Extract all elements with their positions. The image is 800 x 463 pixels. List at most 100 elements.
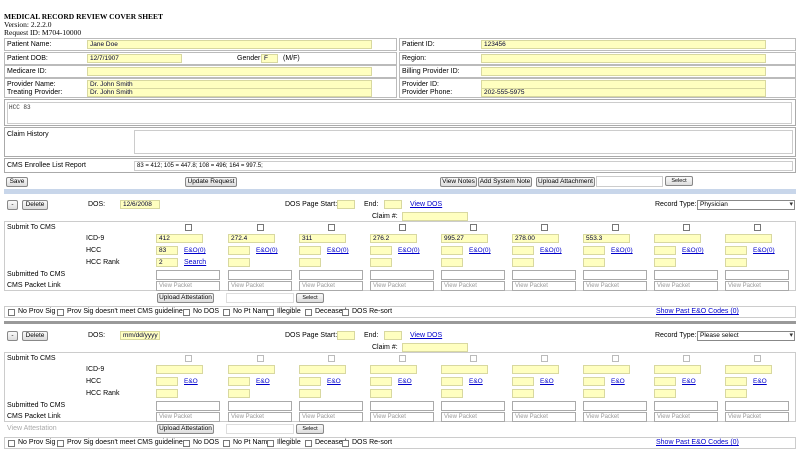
section2-view-packet[interactable]: View Packet	[512, 412, 576, 422]
section2-icd-field[interactable]	[299, 365, 346, 374]
section1-view-packet[interactable]: View Packet	[228, 281, 292, 291]
section1-submit-checkbox[interactable]	[683, 224, 690, 231]
section1-select-attestation-button[interactable]: Select	[296, 293, 324, 303]
attachment-path-field[interactable]	[596, 176, 663, 187]
section1-view-packet[interactable]: View Packet	[583, 281, 647, 291]
section2-submitted-field[interactable]	[512, 401, 576, 411]
section1-hcc-field[interactable]	[512, 246, 534, 255]
section1-hcc-field[interactable]	[583, 246, 605, 255]
save-button[interactable]: Save	[6, 177, 28, 187]
section1-hcc-field[interactable]	[299, 246, 321, 255]
section2-icd-field[interactable]	[512, 365, 559, 374]
treating-provider-field[interactable]: Dr. John Smith	[87, 88, 372, 97]
section1-submitted-field[interactable]	[512, 270, 576, 280]
flag-checkbox[interactable]	[57, 309, 64, 316]
section1-icd-field[interactable]	[725, 234, 772, 243]
section2-view-packet[interactable]: View Packet	[156, 412, 220, 422]
show-past-codes-link-1[interactable]: Show Past E&O Codes (0)	[656, 308, 739, 315]
section1-hcc-field[interactable]	[725, 246, 747, 255]
section1-icd-field[interactable]: 278.00	[512, 234, 559, 243]
flag-checkbox[interactable]	[8, 309, 15, 316]
section1-upload-attestation-button[interactable]: Upload Attestation	[157, 293, 214, 303]
section2-attestation-path[interactable]	[226, 424, 294, 434]
section2-submit-checkbox[interactable]	[541, 355, 548, 362]
section1-attestation-path[interactable]	[226, 293, 294, 303]
section2-eo-link[interactable]: E&O	[540, 378, 554, 385]
section2-view-packet[interactable]: View Packet	[654, 412, 718, 422]
section1-view-packet[interactable]: View Packet	[156, 281, 220, 291]
section1-submit-checkbox[interactable]	[470, 224, 477, 231]
flag-checkbox[interactable]	[183, 309, 190, 316]
section2-icd-field[interactable]	[725, 365, 772, 374]
section2-submitted-field[interactable]	[441, 401, 505, 411]
section1-icd-field[interactable]: 272.4	[228, 234, 275, 243]
hcc-notes-textarea[interactable]: HCC 83	[7, 102, 792, 124]
section2-hcc-field[interactable]	[299, 377, 321, 386]
section2-view-packet[interactable]: View Packet	[583, 412, 647, 422]
section2-eo-link[interactable]: E&O	[256, 378, 270, 385]
section2-submitted-field[interactable]	[654, 401, 718, 411]
flag-checkbox[interactable]	[267, 440, 274, 447]
record-type-select-1[interactable]: Physician	[697, 200, 795, 210]
section2-icd-field[interactable]	[441, 365, 488, 374]
section2-rank-field[interactable]	[512, 389, 534, 398]
section2-submit-checkbox[interactable]	[328, 355, 335, 362]
section1-submitted-field[interactable]	[228, 270, 292, 280]
section1-rank-field[interactable]	[228, 258, 250, 267]
section1-eo-link[interactable]: E&O(0)	[327, 247, 349, 254]
section2-hcc-field[interactable]	[156, 377, 178, 386]
section1-eo-link[interactable]: E&O(0)	[256, 247, 278, 254]
section1-view-packet[interactable]: View Packet	[370, 281, 434, 291]
view-dos-link-2[interactable]: View DOS	[410, 332, 442, 339]
section1-icd-field[interactable]: 995.27	[441, 234, 488, 243]
section2-hcc-field[interactable]	[228, 377, 250, 386]
dos-field-1[interactable]: 12/6/2008	[120, 200, 160, 209]
flag-checkbox[interactable]	[57, 440, 64, 447]
section1-view-packet[interactable]: View Packet	[441, 281, 505, 291]
flag-checkbox[interactable]	[8, 440, 15, 447]
section1-submitted-field[interactable]	[441, 270, 505, 280]
add-system-note-button[interactable]: Add System Note	[478, 177, 532, 187]
section1-rank-field[interactable]: 2	[156, 258, 178, 267]
claim-field-2[interactable]	[402, 343, 468, 352]
section1-view-packet[interactable]: View Packet	[512, 281, 576, 291]
section2-view-packet[interactable]: View Packet	[228, 412, 292, 422]
section2-view-packet[interactable]: View Packet	[299, 412, 363, 422]
section1-icd-field[interactable]: 311	[299, 234, 346, 243]
section2-submitted-field[interactable]	[583, 401, 647, 411]
section2-eo-link[interactable]: E&O	[327, 378, 341, 385]
section1-rank-field[interactable]	[299, 258, 321, 267]
section2-icd-field[interactable]	[370, 365, 417, 374]
section1-icd-field[interactable]	[654, 234, 701, 243]
section2-rank-field[interactable]	[370, 389, 392, 398]
section2-rank-field[interactable]	[228, 389, 250, 398]
section1-rank-field[interactable]	[441, 258, 463, 267]
section1-rank-field[interactable]	[583, 258, 605, 267]
hcc-search-link[interactable]: Search	[184, 259, 206, 266]
section2-submit-checkbox[interactable]	[185, 355, 192, 362]
section2-hcc-field[interactable]	[370, 377, 392, 386]
section2-submit-checkbox[interactable]	[754, 355, 761, 362]
section2-rank-field[interactable]	[441, 389, 463, 398]
section1-icd-field[interactable]: 412	[156, 234, 203, 243]
section1-icd-field[interactable]: 276.2	[370, 234, 417, 243]
gender-field[interactable]: F	[261, 54, 278, 63]
section1-view-packet[interactable]: View Packet	[299, 281, 363, 291]
section1-view-packet[interactable]: View Packet	[654, 281, 718, 291]
section1-rank-field[interactable]	[512, 258, 534, 267]
section2-eo-link[interactable]: E&O	[184, 378, 198, 385]
section2-submitted-field[interactable]	[725, 401, 789, 411]
flag-checkbox[interactable]	[342, 440, 349, 447]
patient-id-field[interactable]: 123456	[481, 40, 766, 49]
section2-icd-field[interactable]	[228, 365, 275, 374]
collapse-button-2[interactable]: -	[7, 331, 18, 341]
patient-name-field[interactable]: Jane Doe	[87, 40, 372, 49]
section1-submitted-field[interactable]	[725, 270, 789, 280]
section1-eo-link[interactable]: E&O(0)	[398, 247, 420, 254]
dos-page-start-field-2[interactable]	[337, 331, 355, 340]
section2-eo-link[interactable]: E&O	[469, 378, 483, 385]
section1-view-packet[interactable]: View Packet	[725, 281, 789, 291]
section2-submitted-field[interactable]	[156, 401, 220, 411]
section1-submit-checkbox[interactable]	[754, 224, 761, 231]
section2-view-packet[interactable]: View Packet	[441, 412, 505, 422]
